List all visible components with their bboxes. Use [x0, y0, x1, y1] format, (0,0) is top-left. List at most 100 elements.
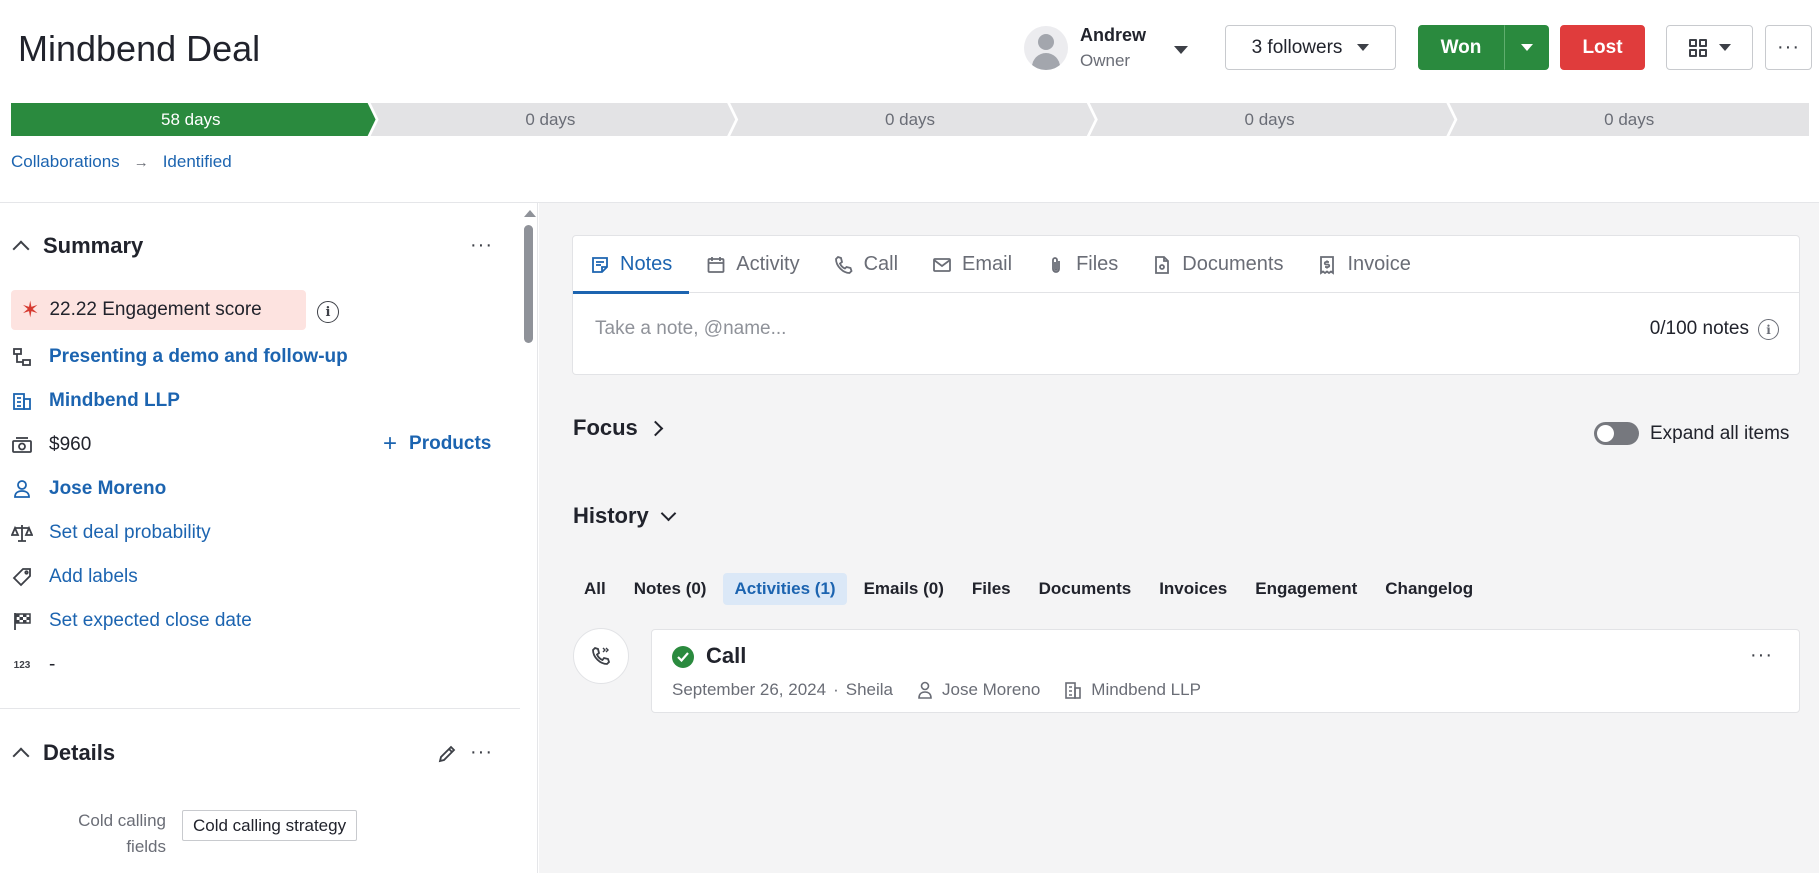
tab-label: Call — [863, 253, 899, 275]
history-filter[interactable]: Emails (0) — [853, 573, 955, 605]
history-item-meta: September 26, 2024 · Sheila Jose Moreno … — [672, 680, 1201, 700]
view-switcher-button[interactable] — [1666, 25, 1753, 70]
activity-flow-icon — [11, 346, 33, 368]
section-divider — [0, 708, 520, 709]
summary-activity-row: Presenting a demo and follow-up — [11, 342, 348, 372]
summary-section-header[interactable]: Summary — [11, 233, 143, 259]
note-count: 0/100 notes — [1649, 318, 1749, 339]
focus-label: Focus — [573, 415, 638, 440]
history-filter[interactable]: Changelog — [1374, 573, 1484, 605]
history-filter[interactable]: Engagement — [1244, 573, 1368, 605]
tab-documents[interactable]: Documents — [1135, 236, 1300, 293]
paperclip-icon — [1046, 255, 1076, 275]
add-products-button[interactable]: + Products — [383, 430, 491, 458]
details-more-button[interactable]: ··· — [470, 741, 493, 764]
note-input[interactable]: Take a note, @name... — [595, 318, 786, 340]
pipeline-stage-label[interactable]: 0 days — [730, 103, 1090, 136]
history-item-more-button[interactable]: ··· — [1750, 644, 1773, 667]
plus-icon: + — [383, 430, 398, 457]
summary-labels-row: Add labels — [11, 562, 138, 592]
deal-header: Mindbend Deal Andrew Owner 3 followers W… — [0, 0, 1819, 100]
info-icon[interactable]: i — [1758, 319, 1779, 340]
pipeline-stage-label[interactable]: 0 days — [1449, 103, 1809, 136]
history-item-title[interactable]: Call — [706, 643, 746, 669]
avatar — [1024, 26, 1068, 70]
phone-icon — [834, 255, 864, 275]
check-circle-icon[interactable] — [672, 646, 694, 668]
more-actions-button[interactable]: ··· — [1765, 25, 1812, 70]
activity-link[interactable]: Presenting a demo and follow-up — [49, 346, 348, 368]
organization-link[interactable]: Mindbend LLP — [49, 390, 180, 412]
history-item-person[interactable]: Jose Moreno — [917, 680, 1040, 700]
tab-email[interactable]: Email — [915, 236, 1029, 293]
history-filter[interactable]: Notes (0) — [623, 573, 718, 605]
deal-title[interactable]: Mindbend Deal — [18, 28, 260, 70]
scroll-up-arrow-icon[interactable] — [524, 210, 536, 217]
history-filter[interactable]: Activities (1) — [723, 573, 847, 605]
chevron-up-icon — [12, 747, 30, 765]
history-filter[interactable]: Invoices — [1148, 573, 1238, 605]
toggle-switch[interactable] — [1594, 422, 1639, 445]
history-label: History — [573, 503, 649, 528]
tab-notes[interactable]: Notes — [573, 236, 690, 294]
note-composer: Notes Activity Call Email Files Documents Invo… — [572, 235, 1800, 375]
pipeline-stage-label[interactable]: 0 days — [371, 103, 731, 136]
history-item-organization[interactable]: Mindbend LLP — [1064, 680, 1201, 700]
meta-separator: · — [833, 680, 839, 699]
summary-probability-row: Set deal probability — [11, 518, 211, 548]
won-dropdown-button[interactable] — [1504, 25, 1549, 70]
engagement-score-badge[interactable]: ✶ 22.22 Engagement score — [11, 290, 306, 330]
products-label: Products — [409, 433, 492, 454]
tab-invoice[interactable]: Invoice — [1300, 236, 1427, 293]
caret-down-icon — [1718, 44, 1731, 51]
arrow-right-icon: → — [133, 153, 149, 171]
owner-selector[interactable]: Andrew Owner — [1024, 24, 1194, 72]
scrollbar-thumb[interactable] — [524, 225, 533, 343]
history-filter[interactable]: All — [573, 573, 617, 605]
focus-section-toggle[interactable]: Focus — [573, 415, 664, 441]
engagement-star-icon: ✶ — [21, 297, 40, 322]
summary-organization-row: Mindbend LLP — [11, 386, 180, 416]
sidebar-scrollbar[interactable] — [520, 203, 538, 873]
deal-value[interactable]: $960 — [49, 434, 91, 456]
pipeline-stage-label[interactable]: 58 days — [11, 103, 371, 136]
history-item-person-name: Jose Moreno — [942, 680, 1041, 699]
tab-label: Activity — [736, 253, 800, 275]
lost-button[interactable]: Lost — [1560, 25, 1645, 70]
numeric-field-value[interactable]: - — [49, 654, 55, 676]
tab-files[interactable]: Files — [1029, 236, 1135, 293]
tab-activity[interactable]: Activity — [689, 236, 816, 293]
numeric-field-icon: 123 — [13, 659, 31, 671]
followers-button[interactable]: 3 followers — [1225, 25, 1396, 70]
history-item-organization-name: Mindbend LLP — [1091, 680, 1201, 699]
history-item-call[interactable]: Call September 26, 2024 · Sheila Jose Mo… — [651, 629, 1800, 713]
info-icon[interactable]: i — [317, 301, 339, 323]
breadcrumb-pipeline-link[interactable]: Collaborations — [11, 152, 120, 172]
building-icon — [11, 390, 33, 412]
breadcrumb-stage-link[interactable]: Identified — [163, 152, 232, 172]
person-link[interactable]: Jose Moreno — [49, 478, 166, 500]
expand-all-label: Expand all items — [1650, 422, 1790, 444]
building-icon — [1065, 682, 1082, 699]
set-probability-link[interactable]: Set deal probability — [49, 522, 211, 544]
tab-label: Invoice — [1347, 253, 1411, 275]
details-section-header[interactable]: Details — [11, 740, 115, 766]
note-icon — [590, 255, 620, 275]
caret-down-icon[interactable] — [1174, 46, 1188, 54]
history-filters: All Notes (0) Activities (1) Emails (0) File… — [573, 573, 1490, 605]
cold-calling-field-value[interactable]: Cold calling strategy — [182, 810, 358, 841]
set-close-date-link[interactable]: Set expected close date — [49, 610, 252, 632]
summary-more-button[interactable]: ··· — [470, 234, 493, 257]
person-icon — [11, 478, 33, 500]
won-button[interactable]: Won — [1418, 25, 1504, 70]
expand-all-toggle[interactable]: Expand all items — [1594, 422, 1789, 445]
add-labels-link[interactable]: Add labels — [49, 566, 138, 588]
edit-pencil-icon[interactable] — [437, 744, 457, 769]
calendar-icon — [706, 255, 736, 275]
tab-call[interactable]: Call — [817, 236, 915, 293]
pipeline-stage-label[interactable]: 0 days — [1090, 103, 1450, 136]
history-filter[interactable]: Files — [961, 573, 1022, 605]
history-section-toggle[interactable]: History — [573, 503, 677, 529]
history-filter[interactable]: Documents — [1028, 573, 1143, 605]
person-icon — [918, 681, 932, 699]
